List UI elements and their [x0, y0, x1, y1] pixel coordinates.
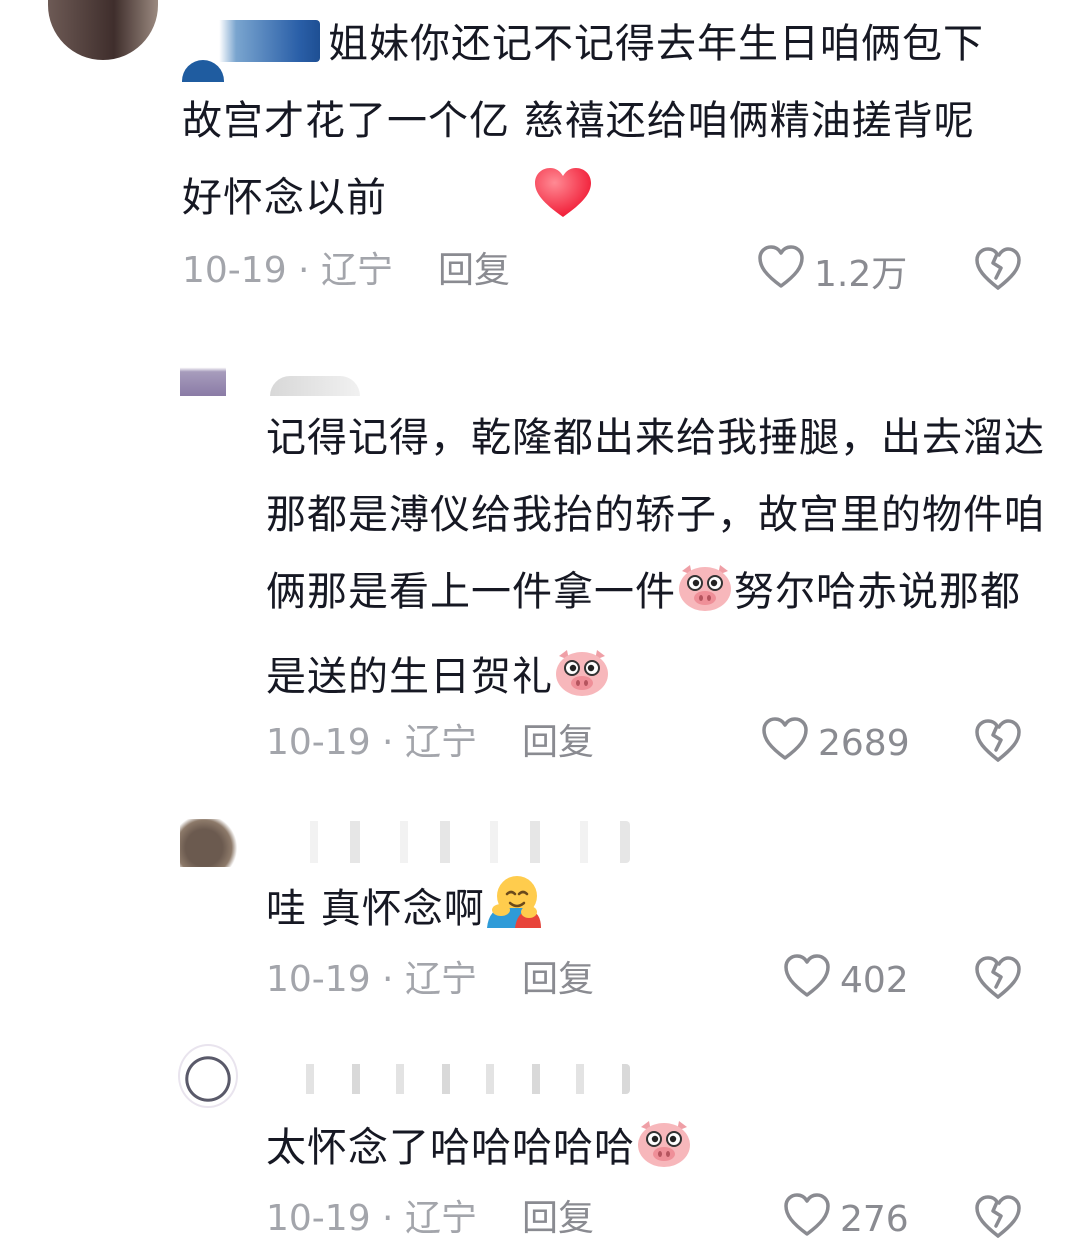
reply-button[interactable]: 回复 [522, 718, 594, 768]
username[interactable] [270, 821, 630, 863]
meta-separator: · [286, 250, 321, 291]
dislike-button[interactable] [974, 246, 1022, 296]
comment-item: 太怀念了哈哈哈哈哈 10-19 · 辽宁 回复 276 [0, 1040, 1080, 1240]
dislike-button[interactable] [974, 718, 1022, 768]
comment-location: 辽宁 [404, 1198, 477, 1239]
dislike-button[interactable] [974, 1194, 1022, 1244]
avatar[interactable] [180, 819, 240, 867]
avatar[interactable] [48, 0, 158, 60]
like-button[interactable]: 2689 [760, 716, 910, 771]
reply-button[interactable]: 回复 [522, 955, 594, 1005]
meta-separator: · [370, 722, 405, 763]
heart-outline-icon [760, 716, 810, 771]
comment-date: 10-19 [266, 722, 371, 763]
like-button[interactable]: 276 [782, 1192, 909, 1247]
comment-item: 记得记得，乾隆都出来给我捶腿，出去溜达那都是溥仪给我抬的轿子，故宫里的物件咱俩那… [0, 340, 1080, 780]
comment-location: 辽宁 [404, 959, 477, 1000]
comment-text: 哇 真怀念啊 [266, 871, 1056, 956]
heart-outline-icon [782, 953, 832, 1008]
like-count: 276 [840, 1198, 909, 1240]
heart-emoji [387, 167, 593, 245]
comment-location: 辽宁 [404, 722, 477, 763]
broken-heart-icon [974, 1194, 1022, 1244]
pig-face-emoji [635, 1117, 693, 1195]
comment-meta: 10-19 · 辽宁 [266, 718, 477, 768]
like-count: 2689 [818, 722, 910, 764]
comment-meta: 10-19 · 辽宁 [266, 1194, 477, 1244]
reply-button[interactable]: 回复 [522, 1194, 594, 1244]
comment-location: 辽宁 [320, 250, 393, 291]
dislike-button[interactable] [974, 955, 1022, 1005]
comment-meta: 10-19 · 辽宁 [266, 955, 477, 1005]
comment-text: 太怀念了哈哈哈哈哈 [266, 1110, 1056, 1195]
comment-date: 10-19 [266, 1198, 371, 1239]
comment-date: 10-19 [266, 959, 371, 1000]
broken-heart-icon [974, 246, 1022, 296]
comment-date: 10-19 [182, 250, 287, 291]
pig-face-emoji [553, 646, 611, 724]
comment-text: 姐妹你还记不记得去年生日咱俩包下故宫才花了一个亿 慈禧还给咱俩精油搓背呢 好怀念… [182, 6, 1022, 245]
broken-heart-icon [974, 718, 1022, 768]
like-count: 402 [840, 959, 909, 1001]
meta-separator: · [370, 959, 405, 1000]
comment-text: 记得记得，乾隆都出来给我捶腿，出去溜达那都是溥仪给我抬的轿子，故宫里的物件咱俩那… [266, 400, 1056, 724]
meta-separator: · [370, 1198, 405, 1239]
comment-meta: 10-19 · 辽宁 [182, 246, 393, 296]
like-count: 1.2万 [814, 254, 908, 295]
reply-button[interactable]: 回复 [438, 246, 510, 296]
avatar[interactable] [178, 1044, 238, 1108]
comment-item: 姐妹你还记不记得去年生日咱俩包下故宫才花了一个亿 慈禧还给咱俩精油搓背呢 好怀念… [0, 0, 1080, 320]
username[interactable] [270, 376, 360, 396]
avatar[interactable] [180, 352, 226, 396]
broken-heart-icon [974, 955, 1022, 1005]
comment-item: 哇 真怀念啊 10-19 · 辽宁 回复 402 [0, 805, 1080, 1025]
like-button[interactable]: 1.2万 [756, 244, 908, 299]
heart-outline-icon [756, 244, 806, 299]
heart-outline-icon [782, 1192, 832, 1247]
pig-face-emoji [676, 561, 734, 639]
like-button[interactable]: 402 [782, 953, 909, 1008]
hugging-face-emoji [485, 874, 543, 956]
username[interactable] [270, 1064, 630, 1094]
